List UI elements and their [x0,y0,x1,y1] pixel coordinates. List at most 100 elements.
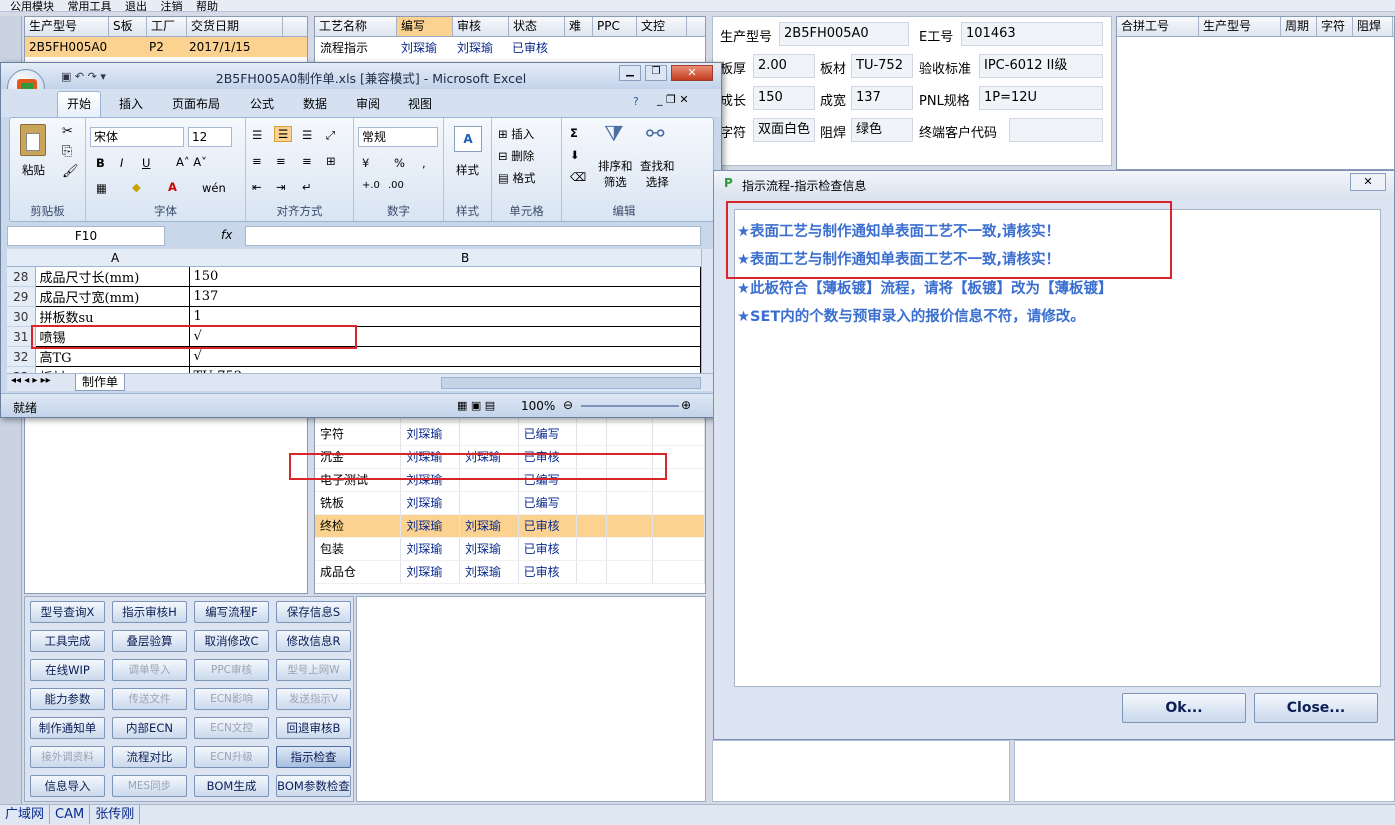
action-button[interactable]: MES同步 [112,775,187,797]
action-button[interactable]: 叠层验算 [112,630,187,652]
fill-icon[interactable]: ⬇ [570,148,580,162]
name-box[interactable]: F10 [7,226,165,246]
eno-field[interactable]: 101463 [961,22,1103,46]
ribbon-minimize-icon[interactable]: _ ❐ ✕ [657,93,689,106]
align-top-icon[interactable]: ☰ [252,128,262,142]
autosum-icon[interactable]: Σ [570,126,578,140]
row-number[interactable]: 28 [7,267,36,287]
action-button[interactable]: 流程对比 [112,746,187,768]
tab-data[interactable]: 数据 [303,95,327,112]
length-field[interactable]: 150 [753,86,815,110]
col-status[interactable]: 状态 [509,17,565,36]
col-merge-no[interactable]: 合拼工号 [1117,17,1199,36]
cell-b[interactable]: 137 [189,286,701,307]
action-button[interactable]: 制作通知单 [30,717,105,739]
copy-icon[interactable]: ⎘ [62,144,72,159]
action-button[interactable]: 能力参数 [30,688,105,710]
process-row[interactable]: 字符 刘琛瑜 已编写 [315,422,706,446]
col-factory[interactable]: 工厂 [147,17,187,36]
col-cycle[interactable]: 周期 [1281,17,1317,36]
dialog-close-icon[interactable]: ✕ [1350,173,1386,191]
col-merge-model[interactable]: 生产型号 [1199,17,1281,36]
mask-field[interactable]: 绿色 [851,118,913,142]
decrease-indent-icon[interactable]: ⇤ [252,180,262,194]
number-format-select[interactable]: 常规 [358,127,438,147]
format-painter-icon[interactable]: 🖌 [62,164,79,179]
view-mode-icons[interactable]: ▦ ▣ ▤ [457,399,495,412]
cut-icon[interactable]: ✂ [62,124,73,139]
ok-button[interactable]: Ok... [1122,693,1246,723]
pnl-field[interactable]: 1P=12U [979,86,1103,110]
minimize-icon[interactable]: ▁ [619,65,641,81]
styles-icon[interactable]: A [454,126,482,152]
standard-field[interactable]: IPC-6012 II级 [979,54,1103,78]
thickness-field[interactable]: 2.00 [753,54,815,78]
action-button[interactable]: 回退审核B [276,717,351,739]
action-button[interactable]: 编写流程F [194,601,269,623]
col-header-a[interactable]: A [111,251,119,265]
process-row[interactable]: 成品仓 刘琛瑜 刘琛瑜 已审核 [315,560,706,584]
action-button[interactable]: 工具完成 [30,630,105,652]
action-button[interactable]: 传送文件 [112,688,187,710]
paste-label[interactable]: 粘贴 [22,162,45,178]
action-button[interactable]: 指示审核H [112,601,187,623]
phonetic-icon[interactable]: wén [202,181,226,195]
cell-b[interactable]: 1 [189,306,701,327]
cell-a[interactable]: 拼板数su [35,306,190,327]
menu-tools[interactable]: 常用工具 [68,0,112,11]
restore-icon[interactable]: ❐ [645,65,667,81]
align-bottom-icon[interactable]: ☰ [302,128,312,142]
col-reviewer[interactable]: 审核 [453,17,509,36]
delete-cells-button[interactable]: ⊟ 删除 [498,148,534,164]
action-button[interactable]: 信息导入 [30,775,105,797]
action-button[interactable]: 保存信息S [276,601,351,623]
col-writer[interactable]: 编写 [397,17,453,36]
col-ppc[interactable]: PPC [593,17,637,36]
model-field[interactable]: 2B5FH005A0 [779,22,909,46]
grow-font-icon[interactable]: A˄ A˅ [176,155,207,169]
paste-icon[interactable] [20,124,46,156]
font-size-select[interactable]: 12 [188,127,232,147]
col-char[interactable]: 字符 [1317,17,1353,36]
percent-icon[interactable]: % [394,156,405,170]
action-button[interactable]: PPC审核 [194,659,269,681]
cell-a[interactable]: 成品尺寸宽(mm) [35,286,190,307]
width-field[interactable]: 137 [851,86,913,110]
font-name-select[interactable]: 宋体 [90,127,184,147]
quick-access-toolbar-icon[interactable]: ▣ ↶ ↷ ▾ [61,70,106,83]
col-model[interactable]: 生产型号 [25,17,109,36]
comma-icon[interactable]: , [422,156,426,170]
menu-exit[interactable]: 退出 [125,0,147,11]
decrease-decimal-icon[interactable]: .00 [388,180,404,191]
process-row-top[interactable]: 流程指示 刘琛瑜 刘琛瑜 已审核 [315,37,705,59]
zoom-in-icon[interactable]: ⊕ [681,398,691,412]
zoom-out-icon[interactable]: ⊖ [563,398,573,412]
fx-icon[interactable]: fx [221,228,232,242]
action-button[interactable]: 型号查询X [30,601,105,623]
sheet-tab-production[interactable]: 制作单 [75,374,126,391]
process-row[interactable]: 包装 刘琛瑜 刘琛瑜 已审核 [315,537,706,561]
tab-view[interactable]: 视图 [408,95,432,112]
close-button[interactable]: Close... [1254,693,1378,723]
cell-b[interactable]: 150 [189,267,701,287]
action-button[interactable]: BOM参数检查 [276,775,351,797]
action-button[interactable]: 取消修改C [194,630,269,652]
border-icon[interactable]: ▦ [96,181,107,195]
clear-icon[interactable]: ⌫ [570,170,586,184]
cell-b[interactable]: √ [189,346,701,367]
col-mask[interactable]: 阻焊 [1353,17,1393,36]
increase-decimal-icon[interactable]: +.0 [362,180,380,191]
row-number[interactable]: 30 [7,306,36,327]
find-select-icon[interactable]: ⚯ [646,122,664,147]
formula-input[interactable] [245,226,701,246]
zoom-level[interactable]: 100% [521,399,555,413]
action-button[interactable]: 在线WIP [30,659,105,681]
cell-a[interactable]: 高TG [35,346,190,367]
action-button[interactable]: ECN升级 [194,746,269,768]
menu-help[interactable]: 帮助 [196,0,218,11]
action-button[interactable]: 指示检查 [276,746,351,768]
format-cells-button[interactable]: ▤ 格式 [498,170,536,186]
action-button[interactable]: ECN影响 [194,688,269,710]
fill-color-icon[interactable]: ◆ [132,180,141,194]
currency-icon[interactable]: ¥ [362,156,369,170]
